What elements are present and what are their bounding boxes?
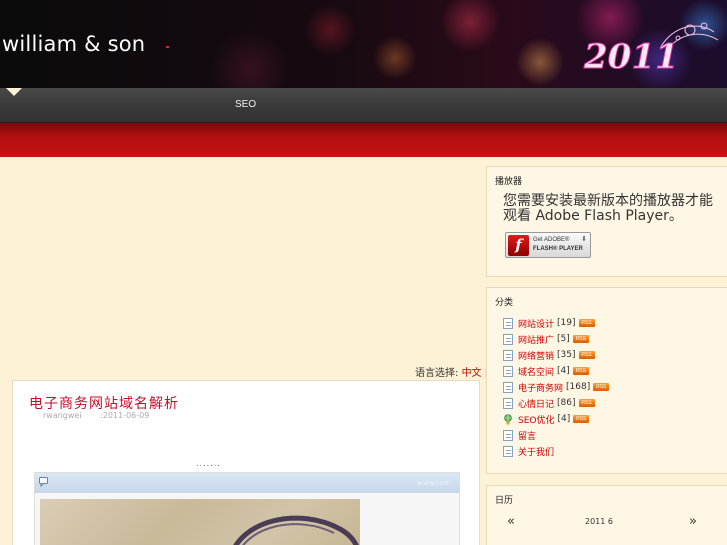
flash-badge-line2: FLASH® PLAYER [533, 246, 583, 252]
category-count: [4] [557, 414, 571, 424]
chat-bubble-icon [39, 477, 48, 487]
category-list: 网站设计 [19] RSS 网站推广 [5] RSS 网络营销 [35] RSS… [503, 315, 610, 459]
red-banner [0, 123, 727, 157]
page-icon [503, 365, 513, 377]
page-icon [503, 317, 513, 329]
category-item: 网站推广 [5] RSS [503, 331, 609, 347]
site-header: william & son 2011 [0, 0, 727, 88]
category-count: [19] [557, 318, 576, 328]
embed-site-label: www.com [417, 479, 451, 487]
rss-feed-icon[interactable]: RSS [578, 319, 595, 327]
category-link[interactable]: 网络营销 [518, 349, 554, 362]
category-link[interactable]: 电子商务网 [518, 381, 563, 394]
new-year-2011-logo: 2011 [583, 22, 719, 78]
calendar-title: 日历 [495, 496, 514, 506]
sidebar-calendar-box: 日历 « 2011 6 » [486, 485, 727, 545]
category-item: 心情日记 [86] RSS [503, 395, 609, 411]
calendar-next-button[interactable]: » [689, 514, 697, 529]
title-dot [166, 46, 169, 48]
category-link[interactable]: 关于我们 [518, 445, 554, 458]
category-link[interactable]: 网站推广 [518, 333, 554, 346]
svg-text:2011: 2011 [583, 37, 679, 77]
page-icon [503, 333, 513, 345]
rss-feed-icon[interactable]: RSS [572, 335, 589, 343]
post-meta: rwangwei :2011-06-09 [43, 411, 149, 420]
category-link[interactable]: 留言 [518, 429, 536, 442]
category-link[interactable]: 心情日记 [518, 397, 554, 410]
flash-icon: f [508, 235, 529, 256]
category-link[interactable]: 网站设计 [518, 317, 554, 330]
page-icon [503, 381, 513, 393]
post-excerpt: ....... [196, 459, 221, 468]
rss-feed-icon[interactable]: RSS [572, 367, 589, 375]
flash-box-title: 播放器 [495, 177, 523, 187]
category-link[interactable]: SEO优化 [518, 413, 554, 426]
blog-post: 电子商务网站域名解析 rwangwei :2011-06-09 ....... … [12, 380, 480, 545]
category-item: 关于我们 [503, 443, 609, 459]
page-icon [503, 429, 513, 441]
get-flash-player-button[interactable]: f Get ADOBE® FLASH® PLAYER ⬇ [505, 232, 591, 258]
sidebar-flash-box: 播放器 您需要安装最新版本的播放器才能观看 Adobe Flash Player… [486, 166, 727, 277]
page-icon [503, 397, 513, 409]
category-item: 网络营销 [35] RSS [503, 347, 609, 363]
calendar-month: 2011 6 [585, 517, 613, 526]
post-date: :2011-06-09 [100, 411, 150, 420]
post-image[interactable] [40, 499, 360, 545]
category-item: 电子商务网 [168] RSS [503, 379, 610, 395]
embed-toolbar: www.com [35, 473, 459, 493]
post-author[interactable]: rwangwei [43, 411, 82, 420]
category-link[interactable]: 域名空间 [518, 365, 554, 378]
category-item: 网站设计 [19] RSS [503, 315, 609, 331]
categories-title: 分类 [495, 298, 514, 308]
flash-badge-line1: Get ADOBE® [533, 237, 570, 243]
calendar-prev-button[interactable]: « [507, 514, 515, 529]
category-count: [5] [557, 334, 570, 344]
rss-feed-icon[interactable]: RSS [578, 399, 595, 407]
headphones-illustration [233, 515, 359, 545]
language-label: 语言选择: [415, 368, 459, 379]
nav-item-seo[interactable]: SEO [235, 99, 256, 110]
category-item: 域名空间 [4] RSS [503, 363, 609, 379]
rss-feed-icon[interactable]: RSS [578, 351, 595, 359]
seo-globe-icon [504, 413, 512, 424]
page-icon [503, 445, 513, 457]
category-count: [86] [557, 398, 576, 408]
category-count: [168] [566, 382, 591, 392]
rss-feed-icon[interactable]: RSS [573, 415, 590, 423]
post-embed: www.com [34, 472, 460, 545]
download-arrow-icon: ⬇ [581, 235, 587, 243]
category-count: [4] [557, 366, 570, 376]
category-item: SEO优化 [4] RSS [503, 411, 609, 427]
rss-feed-icon[interactable]: RSS [593, 383, 610, 391]
language-chinese-link[interactable]: 中文 [462, 368, 482, 379]
sidebar-categories-box: 分类 网站设计 [19] RSS 网站推广 [5] RSS 网络营销 [35] … [486, 287, 727, 474]
nav-notch [6, 88, 22, 96]
main-nav [0, 88, 727, 123]
category-item: 留言 [503, 427, 609, 443]
category-count: [35] [557, 350, 576, 360]
flash-message: 您需要安装最新版本的播放器才能观看 Adobe Flash Player。 [503, 193, 713, 224]
post-title[interactable]: 电子商务网站域名解析 [29, 393, 179, 413]
site-title[interactable]: william & son [2, 32, 145, 56]
page-icon [503, 349, 513, 361]
